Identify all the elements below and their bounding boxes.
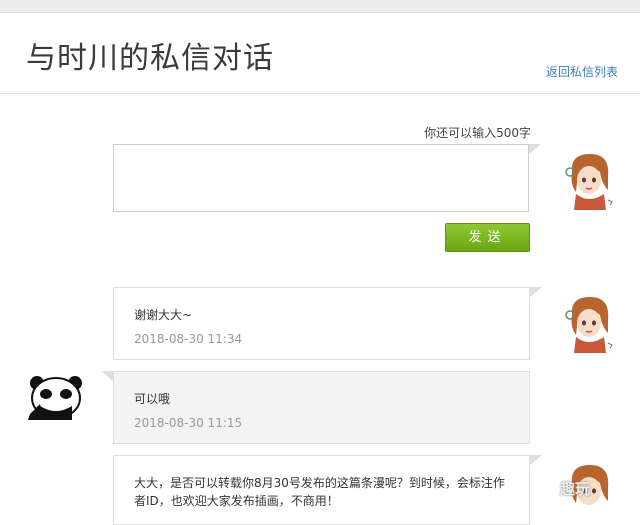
bubble-tail [530, 287, 542, 297]
message-time: 2018-08-30 11:15 [134, 416, 243, 430]
bubble-tail [101, 371, 113, 381]
compose-tail [529, 144, 541, 154]
page-title: 与时川的私信对话 [26, 41, 274, 76]
send-button[interactable]: 发送 [445, 223, 530, 252]
other-avatar-icon [28, 376, 82, 420]
message-text: 谢谢大大~ [134, 308, 193, 322]
message-bubble-3: 大大，是否可以转载你8月30号发布的这篇条漫呢？到时候，会标注作者ID，也欢迎大… [113, 455, 530, 525]
self-avatar-icon [565, 297, 613, 353]
self-avatar-icon [565, 154, 613, 210]
message-bubble-1: 谢谢大大~ 2018-08-30 11:34 [113, 287, 530, 360]
message-input[interactable] [113, 144, 529, 212]
page-header: 与时川的私信对话 返回私信列表 [0, 13, 640, 94]
message-text: 大大，是否可以转载你8月30号发布的这篇条漫呢？到时候，会标注作者ID，也欢迎大… [134, 476, 505, 508]
char-counter: 你还可以输入500字 [424, 126, 531, 140]
bubble-tail [530, 455, 542, 465]
message-time: 2018-08-30 11:34 [134, 332, 243, 346]
top-bar [0, 0, 640, 13]
back-to-messages-link[interactable]: 返回私信列表 [546, 63, 618, 80]
message-bubble-2: 可以哦 2018-08-30 11:15 [113, 371, 530, 444]
message-text: 可以哦 [134, 392, 171, 406]
watermark: 趣玩 [560, 480, 591, 498]
